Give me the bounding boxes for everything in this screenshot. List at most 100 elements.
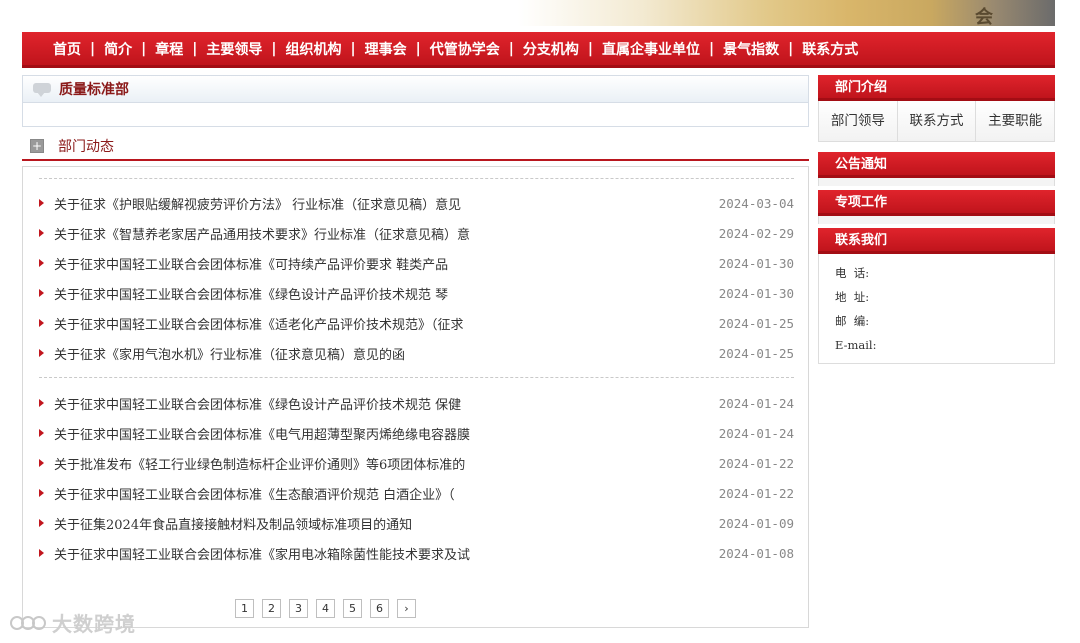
nav-item[interactable]: 章程 [155,39,183,59]
sidebar-notice: 公告通知 [818,152,1055,186]
news-item[interactable]: 关于征求中国轻工业联合会团体标准《绿色设计产品评价技术规范 保健 2024-01-… [39,393,794,413]
sidebar-intro: 部门介绍 部门领导 联系方式 主要职能 [818,75,1055,142]
page-title: 质量标准部 [59,82,129,98]
sidebar-contact-title[interactable]: 联系我们 [818,228,1055,254]
news-item[interactable]: 关于征求中国轻工业联合会团体标准《电气用超薄型聚丙烯绝缘电容器膜 2024-01-… [39,423,794,443]
intro-tabs: 部门领导 联系方式 主要职能 [818,101,1055,142]
page-button[interactable]: 1 [235,599,254,618]
news-item[interactable]: 关于征求中国轻工业联合会团体标准《绿色设计产品评价技术规范 琴 2024-01-3… [39,283,794,303]
news-item-date: 2024-01-24 [718,395,794,411]
bullet-arrow-icon [39,349,44,357]
news-item[interactable]: 关于批准发布《轻工行业绿色制造标杆企业评价通则》等6项团体标准的 2024-01-… [39,453,794,473]
contact-line: 地 址: [835,290,870,304]
news-item-title[interactable]: 关于征求《护眼贴缓解视疲劳评价方法》 行业标准（征求意见稿）意见 [54,194,709,213]
news-item-date: 2024-01-24 [718,425,794,441]
news-item[interactable]: 关于征求中国轻工业联合会团体标准《可持续产品评价要求 鞋类产品 2024-01-3… [39,253,794,273]
bullet-arrow-icon [39,519,44,527]
news-item-date: 2024-01-30 [718,255,794,271]
news-item-title[interactable]: 关于征求中国轻工业联合会团体标准《绿色设计产品评价技术规范 保健 [54,394,709,413]
page-button[interactable]: 3 [289,599,308,618]
contact-info: 电 话: 地 址: 邮 编: E-mail: [818,254,1055,364]
news-list: 1 2 3 4 5 6 › 关于征求《护眼贴缓解视疲劳评价方法》 行业标准（征求意见稿）意见… [22,166,809,628]
nav-item[interactable]: 分支机构 [523,39,579,59]
nav-item[interactable]: 理事会 [365,39,407,59]
plus-icon: + [30,139,44,153]
bullet-arrow-icon [39,399,44,407]
top-banner: 会 [22,0,1055,28]
nav-list: 首页 | 简介 | 章程 | 主要领导 | 组织机构 | 理事会 | 代管协学会 | 分支机构 | 直属企事业单… [22,32,1055,65]
news-item-date: 2024-01-09 [718,515,794,531]
intro-tab[interactable]: 主要职能 [976,101,1055,141]
bullet-arrow-icon [39,199,44,207]
news-item-date: 2024-01-22 [718,455,794,471]
nav-separator: | [271,40,277,57]
news-item-date: 2024-02-29 [718,225,794,241]
nav-item[interactable]: 简介 [104,39,132,59]
news-item-date: 2024-01-25 [718,315,794,331]
nav-item[interactable]: 主要领导 [206,39,262,59]
bullet-arrow-icon [39,429,44,437]
sidebar-intro-title[interactable]: 部门介绍 [818,75,1055,101]
intro-tab[interactable]: 联系方式 [897,101,977,141]
divider [39,178,794,179]
dept-header: 质量标准部 [23,76,808,103]
bullet-arrow-icon [39,319,44,327]
nav-separator: | [788,40,794,57]
nav-item[interactable]: 首页 [53,39,81,59]
news-item-title[interactable]: 关于征求中国轻工业联合会团体标准《电气用超薄型聚丙烯绝缘电容器膜 [54,424,709,443]
news-item-title[interactable]: 关于批准发布《轻工行业绿色制造标杆企业评价通则》等6项团体标准的 [54,454,709,473]
chat-bubble-icon [33,82,51,97]
sidebar-notice-title[interactable]: 公告通知 [818,152,1055,178]
news-item[interactable]: 关于征求《智慧养老家居产品通用技术要求》行业标准（征求意见稿）意 2024-02-… [39,223,794,243]
nav-separator: | [90,40,96,57]
nav-separator: | [587,40,593,57]
next-page-button[interactable]: › [397,599,416,618]
news-item-title[interactable]: 关于征集2024年食品直接接触材料及制品领域标准项目的通知 [54,514,709,533]
contact-line: 邮 编: [835,314,870,328]
news-item[interactable]: 关于征求中国轻工业联合会团体标准《生态酿酒评价规范 白酒企业》（ 2024-01-… [39,483,794,503]
nav-separator: | [508,40,514,57]
news-item[interactable]: 关于征求《护眼贴缓解视疲劳评价方法》 行业标准（征求意见稿）意见 2024-03-… [39,193,794,213]
nav-item[interactable]: 直属企事业单位 [602,39,700,59]
nav-item[interactable]: 组织机构 [286,39,342,59]
news-item-title[interactable]: 关于征求《家用气泡水机》行业标准（征求意见稿）意见的函 [54,344,709,363]
sidebar-strip [818,178,1055,186]
nav-item[interactable]: 景气指数 [723,39,779,59]
contact-line: 电 话: [835,266,870,280]
nav-separator: | [415,40,421,57]
page-button[interactable]: 2 [262,599,281,618]
main-nav: 首页 | 简介 | 章程 | 主要领导 | 组织机构 | 理事会 | 代管协学会 | 分支机构 | 直属企事业单… [22,32,1055,68]
news-item-title[interactable]: 关于征求中国轻工业联合会团体标准《生态酿酒评价规范 白酒企业》（ [54,484,709,503]
bullet-arrow-icon [39,289,44,297]
news-item-title[interactable]: 关于征求中国轻工业联合会团体标准《可持续产品评价要求 鞋类产品 [54,254,709,273]
news-header: + 部门动态 [22,133,809,161]
dept-box: 质量标准部 [22,75,809,127]
sidebar-special-title[interactable]: 专项工作 [818,190,1055,216]
news-item-date: 2024-01-25 [718,345,794,361]
pagination: 1 2 3 4 5 6 › [235,599,416,618]
contact-line: E-mail: [835,338,877,352]
bullet-arrow-icon [39,259,44,267]
nav-item[interactable]: 代管协学会 [430,39,500,59]
page-button[interactable]: 6 [370,599,389,618]
news-item-date: 2024-03-04 [718,195,794,211]
news-item-title[interactable]: 关于征求《智慧养老家居产品通用技术要求》行业标准（征求意见稿）意 [54,224,709,243]
news-item-title[interactable]: 关于征求中国轻工业联合会团体标准《绿色设计产品评价技术规范 琴 [54,284,709,303]
page-button[interactable]: 5 [343,599,362,618]
news-item-title[interactable]: 关于征求中国轻工业联合会团体标准《适老化产品评价技术规范》（征求 [54,314,709,333]
news-item-date: 2024-01-08 [718,545,794,561]
news-item[interactable]: 关于征求中国轻工业联合会团体标准《家用电冰箱除菌性能技术要求及试 2024-01-… [39,543,794,563]
watermark: 大数跨境 [10,608,136,637]
page-button[interactable]: 4 [316,599,335,618]
nav-item[interactable]: 联系方式 [802,39,858,59]
divider [39,377,794,378]
news-heading: 部门动态 [58,139,114,155]
news-item-title[interactable]: 关于征求中国轻工业联合会团体标准《家用电冰箱除菌性能技术要求及试 [54,544,709,563]
news-item[interactable]: 关于征求中国轻工业联合会团体标准《适老化产品评价技术规范》（征求 2024-01-… [39,313,794,333]
intro-tab[interactable]: 部门领导 [819,101,898,141]
banner-char: 会 [975,7,993,28]
news-item[interactable]: 关于征集2024年食品直接接触材料及制品领域标准项目的通知 2024-01-09 [39,513,794,533]
bullet-arrow-icon [39,459,44,467]
nav-separator: | [350,40,356,57]
news-item[interactable]: 关于征求《家用气泡水机》行业标准（征求意见稿）意见的函 2024-01-25 [39,343,794,363]
